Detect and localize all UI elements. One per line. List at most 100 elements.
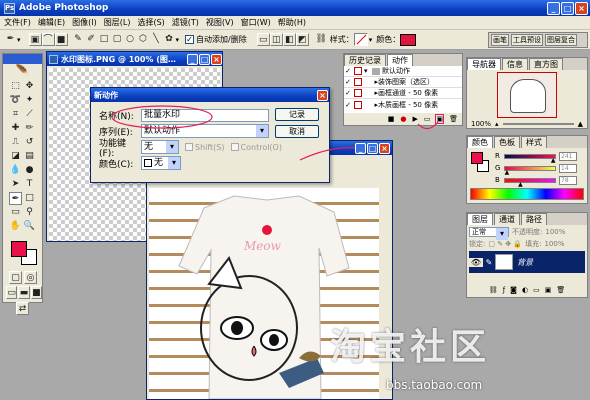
zoom-value[interactable]: 100% [471, 120, 491, 128]
shape-color-swatch[interactable] [400, 33, 417, 46]
control-checkbox[interactable] [230, 143, 239, 151]
chevron-right-icon[interactable]: ▸ [364, 78, 378, 86]
palette-well-layer-comps[interactable]: 图层复合 [545, 34, 577, 46]
history-brush-icon[interactable]: ↺ [23, 136, 36, 149]
maximize-button[interactable]: □ [367, 142, 378, 154]
combine-exclude-icon[interactable]: ◩ [295, 33, 309, 46]
tab-layers[interactable]: 图层 [467, 213, 493, 225]
new-layer-icon[interactable]: ▣ [545, 286, 552, 294]
menu-image[interactable]: 图像(I) [72, 17, 97, 28]
healing-brush-icon[interactable]: ✚ [9, 122, 22, 135]
palette-well-tool-presets[interactable]: 工具预设 [511, 34, 543, 46]
slider-thumb-icon[interactable]: ▲ [518, 181, 523, 188]
menu-layer[interactable]: 图层(L) [104, 17, 131, 28]
magic-wand-icon[interactable]: ✦ [23, 94, 36, 107]
action-name-input[interactable]: 批量水印 [141, 108, 269, 122]
shift-checkbox[interactable] [185, 143, 193, 151]
rectangle-shape-icon[interactable]: □ [98, 33, 111, 46]
close-button[interactable]: × [379, 142, 390, 154]
screen-mode-full-icon[interactable]: ▬ [18, 286, 30, 299]
minimize-button[interactable]: _ [355, 142, 366, 154]
dialog-toggle-icon[interactable] [354, 100, 362, 109]
new-set-icon[interactable]: ▭ [424, 115, 431, 123]
dodge-tool-icon[interactable]: ● [23, 164, 36, 177]
photoshop-feather-icon[interactable]: 🪶 [3, 64, 42, 78]
close-button[interactable]: × [211, 53, 222, 65]
action-item[interactable]: ✓ ▸ 画框通道 - 50 像素 [344, 88, 462, 99]
color-channel-r[interactable]: R ▲ 241 [495, 150, 585, 164]
new-action-icon[interactable]: ▣ [435, 113, 445, 124]
eye-icon[interactable]: 👁 [469, 257, 483, 267]
adjustment-layer-icon[interactable]: ◐ [522, 286, 528, 294]
tab-channels[interactable]: 通道 [494, 213, 520, 225]
fill-value[interactable]: 100% [544, 240, 564, 248]
check-icon[interactable]: ✓ [344, 101, 352, 109]
record-button[interactable]: 记录 [275, 108, 319, 121]
stop-icon[interactable]: ■ [388, 115, 395, 123]
paths-icon[interactable]: ⌒ [41, 33, 55, 46]
zoom-out-icon[interactable]: ▴ [495, 120, 499, 128]
check-icon[interactable]: ✓ [344, 78, 352, 86]
link-layers-icon[interactable]: ⛓ [489, 286, 498, 294]
zoom-slider[interactable] [502, 123, 574, 125]
minimize-button[interactable]: _ [547, 1, 560, 15]
crop-tool-icon[interactable]: ⌗ [9, 108, 22, 121]
menu-view[interactable]: 视图(V) [206, 17, 234, 28]
brush-tool-icon[interactable]: ✏ [23, 122, 36, 135]
screen-mode-standard-icon[interactable]: ▭ [6, 286, 18, 299]
menu-help[interactable]: 帮助(H) [278, 17, 306, 28]
freeform-pen-icon[interactable]: ✐ [85, 33, 98, 46]
fg-color-swatch[interactable] [471, 152, 483, 164]
navigator-preview[interactable] [497, 72, 557, 118]
polygon-shape-icon[interactable]: ⬡ [137, 33, 150, 46]
maximize-button[interactable]: □ [561, 1, 574, 15]
menu-select[interactable]: 选择(S) [137, 17, 164, 28]
play-icon[interactable]: ▶ [412, 115, 417, 123]
dialog-toggle-icon[interactable] [354, 89, 362, 97]
tab-actions[interactable]: 动作 [387, 54, 413, 66]
chevron-right-icon[interactable]: ▸ [364, 89, 378, 97]
color-channel-g[interactable]: G ▲ 14 [495, 162, 585, 176]
cancel-button[interactable]: 取消 [275, 125, 319, 138]
type-tool-icon[interactable]: T [23, 178, 36, 191]
close-button[interactable]: × [317, 89, 328, 101]
move-tool-icon[interactable]: ✥ [23, 80, 36, 93]
dialog-toggle-icon[interactable] [354, 67, 362, 75]
fill-pixels-icon[interactable]: ■ [54, 33, 68, 46]
menu-file[interactable]: 文件(F) [4, 17, 31, 28]
tab-styles[interactable]: 样式 [521, 136, 547, 148]
channel-value[interactable]: 241 [559, 151, 577, 161]
combine-intersect-icon[interactable]: ◧ [282, 33, 296, 46]
record-icon[interactable]: ● [400, 115, 406, 123]
blend-mode-select[interactable]: 正常 [469, 227, 509, 240]
blur-tool-icon[interactable]: 💧 [9, 164, 22, 177]
ellipse-shape-icon[interactable]: ○ [124, 33, 137, 46]
slider-thumb-icon[interactable]: ▲ [551, 157, 556, 164]
channel-slider[interactable]: ▲ [504, 153, 556, 164]
style-swatch[interactable] [353, 33, 368, 46]
action-item[interactable]: ✓ ▸ 木质画框 - 50 像素 [344, 99, 462, 110]
tab-paths[interactable]: 路径 [521, 213, 547, 225]
tab-history[interactable]: 历史记录 [344, 54, 386, 66]
hand-tool-icon[interactable]: ✋ [9, 220, 22, 233]
layer-mask-icon[interactable]: ◙ [510, 286, 517, 294]
lasso-tool-icon[interactable]: ➰ [9, 94, 22, 107]
menu-window[interactable]: 窗口(W) [241, 17, 271, 28]
clone-stamp-icon[interactable]: ⎍ [9, 136, 22, 149]
eraser-tool-icon[interactable]: ◪ [9, 150, 22, 163]
chevron-down-icon[interactable]: ▾ [17, 36, 21, 44]
function-key-select[interactable]: 无 [141, 140, 179, 154]
notes-tool-icon[interactable]: ▭ [9, 206, 22, 219]
channel-slider[interactable]: ▲ [504, 165, 556, 176]
slider-thumb-icon[interactable]: ▲ [505, 169, 510, 176]
check-icon[interactable]: ✓ [344, 89, 352, 97]
new-group-icon[interactable]: ▭ [533, 286, 540, 294]
jump-to-imageready-icon[interactable]: ⇄ [16, 302, 29, 315]
shape-layers-icon[interactable]: ▣ [28, 33, 42, 46]
chevron-down-icon[interactable]: ▾ [369, 36, 373, 44]
pen-tool-icon[interactable]: ✒ [9, 192, 22, 205]
foreground-color-swatch[interactable] [11, 241, 27, 257]
action-color-select[interactable]: 无 [141, 156, 181, 170]
action-item[interactable]: ✓ ▾ 默认动作 [344, 66, 462, 77]
chevron-down-icon[interactable]: ▾ [176, 36, 180, 44]
